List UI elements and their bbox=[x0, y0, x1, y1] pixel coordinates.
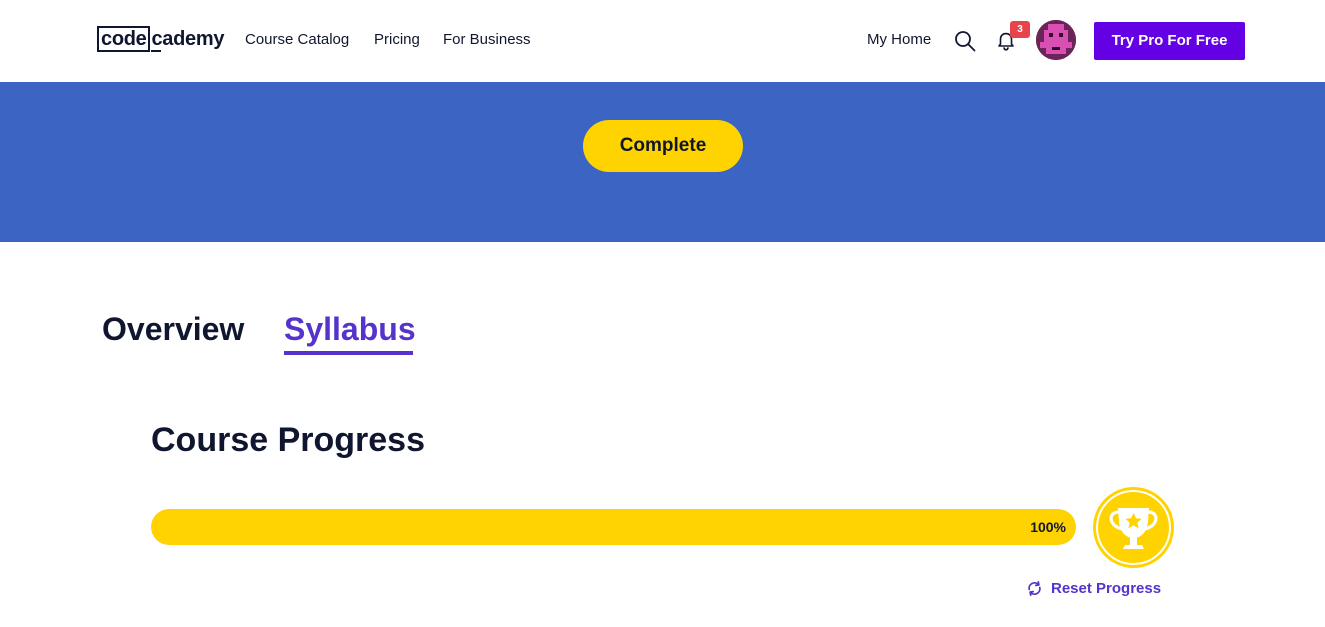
codecademy-logo[interactable]: code cademy bbox=[97, 26, 224, 52]
avatar[interactable] bbox=[1036, 20, 1076, 60]
top-navigation: code cademy Course Catalog Pricing For B… bbox=[0, 0, 1325, 82]
active-tab-indicator bbox=[284, 351, 413, 355]
pixel-avatar-icon bbox=[1036, 20, 1076, 60]
tab-overview[interactable]: Overview bbox=[102, 308, 244, 350]
course-progress-heading: Course Progress bbox=[151, 421, 425, 459]
tab-syllabus[interactable]: Syllabus bbox=[284, 308, 416, 350]
complete-status-pill: Complete bbox=[583, 120, 743, 172]
try-pro-button[interactable]: Try Pro For Free bbox=[1094, 22, 1245, 60]
course-hero-banner: Complete bbox=[0, 82, 1325, 242]
refresh-icon bbox=[1028, 580, 1041, 596]
search-icon[interactable] bbox=[954, 30, 976, 52]
logo-cademy-part: cademy bbox=[151, 28, 225, 52]
logo-code-part: code bbox=[97, 26, 151, 52]
nav-my-home[interactable]: My Home bbox=[867, 31, 931, 48]
nav-course-catalog[interactable]: Course Catalog bbox=[245, 31, 349, 48]
nav-pricing[interactable]: Pricing bbox=[374, 31, 420, 48]
course-progress-bar: 100% bbox=[151, 509, 1076, 545]
progress-percent-label: 100% bbox=[1030, 519, 1066, 535]
progress-bar-fill bbox=[151, 509, 1076, 545]
reset-progress-button[interactable]: Reset Progress bbox=[1026, 578, 1161, 598]
trophy-icon bbox=[1093, 487, 1174, 568]
nav-for-business[interactable]: For Business bbox=[443, 31, 531, 48]
notification-badge: 3 bbox=[1010, 21, 1030, 38]
reset-progress-label: Reset Progress bbox=[1051, 579, 1162, 597]
